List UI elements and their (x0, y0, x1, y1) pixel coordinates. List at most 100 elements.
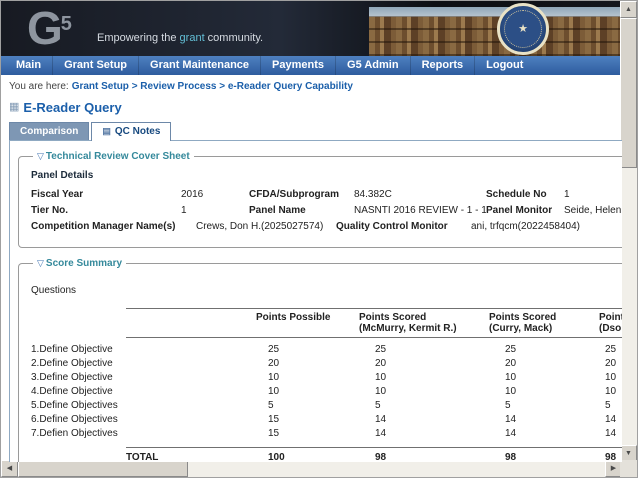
nav-item-grant-maintenance[interactable]: Grant Maintenance (139, 56, 262, 75)
field-value-fiscal-year: 2016 (181, 189, 204, 200)
nav-item-main[interactable]: Main (5, 56, 54, 75)
nav-item-g5-admin[interactable]: G5 Admin (336, 56, 411, 75)
field-label-quality-control-monitor: Quality Control Monitor (336, 221, 448, 232)
field-label-fiscal-year: Fiscal Year (31, 189, 84, 200)
browser-viewport: G5 Empowering the grant community. MainG… (0, 0, 638, 478)
score-cell: 25 (505, 344, 517, 355)
tagline-prefix: Empowering the (97, 32, 180, 44)
collapse-triangle-icon[interactable]: ▽ (37, 151, 44, 161)
cover-field-row: Competition Manager Name(s) Crews, Don H.… (31, 221, 622, 232)
field-value-cfda-subprogram: 84.382C (354, 189, 392, 200)
column-header-empty (126, 308, 256, 338)
scroll-up-icon[interactable]: ▲ (620, 1, 637, 18)
cover-sheet-legend: ▽ Technical Review Cover Sheet (33, 151, 194, 162)
cover-field-row: Fiscal Year 2016 CFDA/Subprogram 84.382C Sch… (31, 189, 622, 200)
field-value-panel-monitor: Seide, Helen Y.(2024536223 (564, 205, 622, 216)
score-cell: 10 (268, 372, 280, 383)
field-value-tier-no: 1 (181, 205, 187, 216)
score-cell: 15 (268, 414, 280, 425)
nav-item-logout[interactable]: Logout (475, 56, 534, 75)
score-cell: 5 (375, 400, 381, 411)
question-label: 2.Define Objective (31, 358, 113, 369)
total-value: 98 (489, 447, 599, 462)
score-cell: 14 (505, 414, 517, 425)
field-value-competition-manager-name-s: Crews, Don H.(2025027574) (196, 221, 324, 232)
horizontal-scrollbar-thumb[interactable] (18, 460, 188, 477)
page-title: E-Reader Query (23, 100, 122, 115)
nav-item-payments[interactable]: Payments (261, 56, 337, 75)
tab-label: Comparison (20, 126, 79, 137)
tagline-grant: grant (179, 32, 205, 44)
question-label: 6.Define Objectives (31, 414, 118, 425)
score-cell: 14 (375, 414, 387, 425)
total-value: 98 (599, 447, 622, 462)
score-cell: 10 (605, 372, 617, 383)
cover-fields: Fiscal Year 2016 CFDA/Subprogram 84.382C Sch… (31, 189, 622, 232)
cell-empty (126, 356, 256, 370)
question-label: 7.Defien Objectives (31, 428, 118, 439)
total-value: 100 (256, 447, 359, 462)
vertical-scrollbar-thumb[interactable] (620, 18, 637, 168)
cell-empty (126, 412, 256, 426)
breadcrumb-prefix: You are here: (9, 81, 69, 92)
scrollbar-corner (620, 460, 637, 477)
tagline: Empowering the grant community. (97, 32, 263, 44)
score-cell: 25 (375, 344, 387, 355)
logo-letter-g: G (27, 2, 63, 54)
score-cell: 10 (605, 386, 617, 397)
nav-item-reports[interactable]: Reports (411, 56, 476, 75)
logo-digit-5: 5 (60, 13, 72, 35)
score-cell: 14 (505, 428, 517, 439)
cover-sheet-legend-text: Technical Review Cover Sheet (45, 151, 190, 162)
field-value-schedule-no: 1 (564, 189, 570, 200)
tab-comparison[interactable]: Comparison (9, 122, 90, 140)
nav-item-grant-setup[interactable]: Grant Setup (53, 56, 140, 75)
nav-bar: Main Grant Setup Grant Maintenance Payments… (1, 56, 622, 75)
score-cell: 14 (375, 428, 387, 439)
score-cell: 10 (375, 386, 387, 397)
vertical-scrollbar[interactable]: ▲ ▼ (620, 1, 637, 462)
score-summary-legend-text: Score Summary (45, 258, 123, 269)
tab-label: QC Notes (114, 126, 161, 137)
column-header: Points Scored (McMurry, Kermit R.) (359, 308, 489, 338)
question-label: 3.Define Objective (31, 372, 113, 383)
score-cell: 14 (605, 428, 617, 439)
score-cell: 20 (375, 358, 387, 369)
department-of-education-seal (497, 3, 549, 55)
app-banner: G5 Empowering the grant community. (1, 1, 622, 56)
score-cell: 10 (505, 386, 517, 397)
field-label-schedule-no: Schedule No (486, 189, 547, 200)
cell-empty (31, 447, 126, 462)
score-cell: 20 (268, 358, 280, 369)
cell-empty (126, 398, 256, 412)
horizontal-scrollbar[interactable]: ◀ ▶ (1, 460, 622, 477)
field-label-tier-no: Tier No. (31, 205, 69, 216)
column-header: Points Possible (256, 308, 359, 338)
field-value-quality-control-monitor: ani, trfqcm(2022458404) (471, 221, 580, 232)
score-table: Points Possible Points Scored (McMurry, Ke… (31, 308, 622, 462)
tab-qc-notes[interactable]: ▤ QC Notes (91, 122, 172, 141)
score-cell: 15 (268, 428, 280, 439)
breadcrumb-path[interactable]: Grant Setup > Review Process > e-Reader … (72, 81, 353, 92)
score-cell: 14 (605, 414, 617, 425)
cell-empty (126, 384, 256, 398)
question-label: 5.Define Objectives (31, 400, 118, 411)
score-cell: 5 (605, 400, 611, 411)
total-value: 98 (359, 447, 489, 462)
score-cell: 5 (505, 400, 511, 411)
score-cell: 20 (605, 358, 617, 369)
questions-heading: Questions (31, 285, 77, 296)
scroll-left-icon[interactable]: ◀ (1, 460, 18, 477)
score-summary: ▽ Score Summary Questions Points Possible… (18, 258, 622, 462)
score-cell: 25 (268, 344, 280, 355)
breadcrumb: You are here: Grant Setup > Review Proces… (1, 75, 622, 95)
question-label: 4.Define Objective (31, 386, 113, 397)
total-label: TOTAL (126, 447, 256, 462)
header-spacer (31, 308, 126, 338)
grid-icon: ▦ (9, 101, 20, 113)
score-cell: 10 (505, 372, 517, 383)
collapse-triangle-icon[interactable]: ▽ (37, 258, 44, 268)
score-summary-legend: ▽ Score Summary (33, 258, 126, 269)
field-label-panel-name: Panel Name (249, 205, 306, 216)
